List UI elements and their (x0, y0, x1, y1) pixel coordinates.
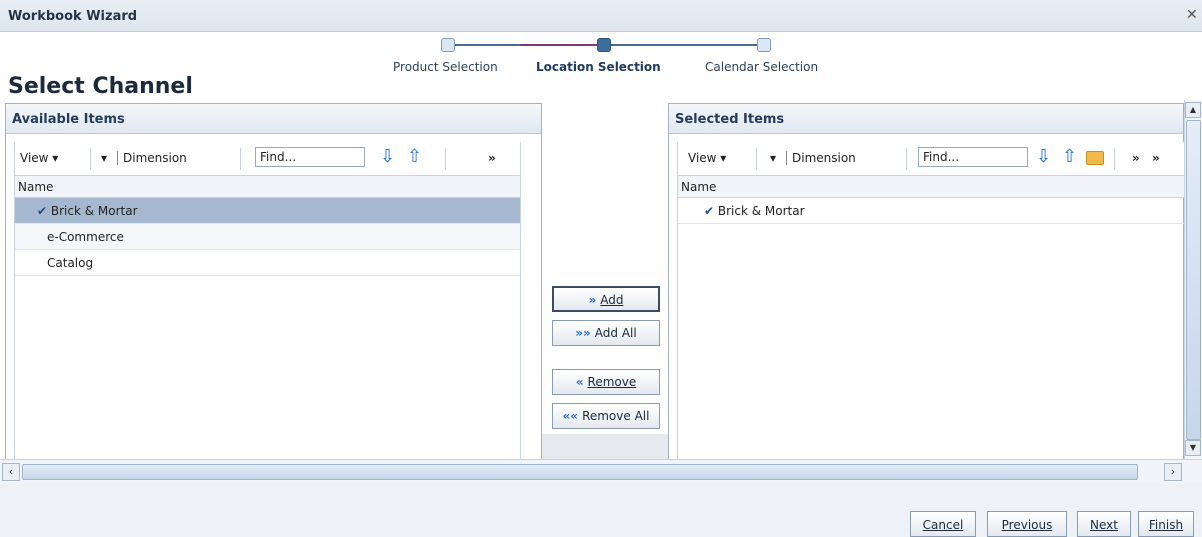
toolbar-overflow-icon[interactable]: » (488, 151, 496, 165)
train-stop-location (597, 38, 611, 52)
dimension-dropdown-icon[interactable]: ▾ (770, 151, 776, 165)
cancel-label: Cancel (922, 518, 964, 532)
horizontal-scroll-thumb[interactable] (22, 464, 1138, 480)
selected-find-input[interactable]: Find... (918, 147, 1028, 167)
window-title: Workbook Wizard (8, 9, 138, 24)
available-column-header: Name (15, 176, 520, 198)
add-all-icon: »» (575, 326, 591, 340)
list-item-label: e-Commerce (47, 230, 124, 244)
selected-items-panel: Selected Items View ▾ ▾ Dimension Find..… (668, 103, 1184, 461)
toolbar-separator (240, 148, 241, 170)
arrow-down-icon[interactable]: ⇩ (380, 147, 395, 167)
remove-label: Remove (587, 375, 637, 389)
list-item[interactable]: Catalog (15, 250, 520, 276)
cancel-button[interactable]: Cancel (910, 511, 976, 537)
available-find-input[interactable]: Find... (255, 147, 365, 167)
train-stop-product[interactable] (441, 38, 455, 52)
toolbar-overflow-icon[interactable]: » (1132, 151, 1140, 165)
add-button[interactable]: » Add (552, 286, 660, 312)
remove-icon: « (575, 375, 584, 389)
finish-button[interactable]: Finish (1138, 511, 1194, 537)
add-label: Add (600, 293, 624, 307)
remove-all-label: Remove All (582, 409, 650, 423)
remove-button[interactable]: «Remove (552, 369, 660, 395)
list-item-label: Brick & Mortar (50, 204, 138, 218)
list-item[interactable]: e-Commerce (15, 224, 520, 250)
remove-all-button[interactable]: «« Remove All (552, 403, 660, 429)
toolbar-separator (90, 148, 91, 170)
view-menu[interactable]: View ▾ (20, 151, 58, 165)
shuttle-area (542, 434, 668, 460)
title-bar: Workbook Wizard ✕ (0, 0, 1202, 32)
train-label-location: Location Selection (536, 60, 661, 74)
scroll-up-icon[interactable]: ▲ (1185, 102, 1201, 118)
previous-button[interactable]: Previous (987, 511, 1067, 537)
add-all-button[interactable]: »» Add All (552, 320, 660, 346)
scroll-left-icon[interactable]: ‹ (2, 463, 20, 481)
train-connector-2 (611, 44, 757, 46)
list-item[interactable]: ✔ Brick & Mortar (678, 198, 1184, 224)
toolbar-separator (906, 148, 907, 170)
arrow-up-icon[interactable]: ⇧ (1062, 147, 1077, 167)
train-label-product[interactable]: Product Selection (393, 60, 498, 74)
available-list-frame: View ▾ ▾ Dimension Find... ⇩ ⇧ » Name ✔ … (14, 142, 521, 461)
new-folder-icon[interactable] (1086, 151, 1104, 165)
dimension-dropdown-icon[interactable]: ▾ (101, 151, 107, 165)
scroll-down-icon[interactable]: ▼ (1185, 440, 1201, 456)
page-title: Select Channel (8, 74, 193, 99)
check-icon: ✔ (704, 204, 715, 218)
list-item-label: Brick & Mortar (717, 204, 805, 218)
vertical-scrollbar[interactable]: ▲ ▼ (1184, 100, 1202, 460)
vertical-scroll-thumb[interactable] (1186, 120, 1201, 440)
next-button[interactable]: Next (1077, 511, 1131, 537)
horizontal-scrollbar[interactable]: ‹ › (0, 459, 1202, 483)
add-all-label: Add All (594, 326, 637, 340)
arrow-up-icon[interactable]: ⇧ (407, 147, 422, 167)
toolbar-separator (445, 148, 446, 170)
available-items-header: Available Items (6, 104, 541, 134)
add-icon: » (588, 293, 597, 307)
selected-toolbar: View ▾ ▾ Dimension Find... ⇩ ⇧ » » (678, 142, 1184, 176)
list-item-label: Catalog (47, 256, 94, 270)
train-connector-1-active (520, 44, 597, 46)
train-label-calendar[interactable]: Calendar Selection (705, 60, 818, 74)
check-icon: ✔ (37, 204, 48, 218)
dimension-label[interactable]: Dimension (786, 151, 856, 165)
next-label: Next (1090, 518, 1118, 532)
train-stop-calendar[interactable] (757, 38, 771, 52)
toolbar-overflow-icon-2[interactable]: » (1152, 151, 1160, 165)
selected-list-frame: View ▾ ▾ Dimension Find... ⇩ ⇧ » » Name … (677, 142, 1184, 461)
selected-column-header: Name (678, 176, 1184, 198)
toolbar-separator (1114, 148, 1115, 170)
selected-items-header: Selected Items (669, 104, 1183, 134)
view-menu[interactable]: View ▾ (688, 151, 726, 165)
scroll-right-icon[interactable]: › (1164, 463, 1182, 481)
remove-all-icon: «« (562, 409, 579, 423)
arrow-down-icon[interactable]: ⇩ (1036, 147, 1051, 167)
toolbar-separator (756, 148, 757, 170)
close-icon[interactable]: ✕ (1186, 7, 1198, 23)
available-toolbar: View ▾ ▾ Dimension Find... ⇩ ⇧ » (15, 142, 520, 176)
finish-label: Finish (1148, 518, 1184, 532)
dimension-label[interactable]: Dimension (117, 151, 187, 165)
available-items-panel: Available Items View ▾ ▾ Dimension Find.… (5, 103, 542, 461)
list-item[interactable]: ✔ Brick & Mortar (15, 198, 520, 224)
previous-label: Previous (1001, 518, 1053, 532)
